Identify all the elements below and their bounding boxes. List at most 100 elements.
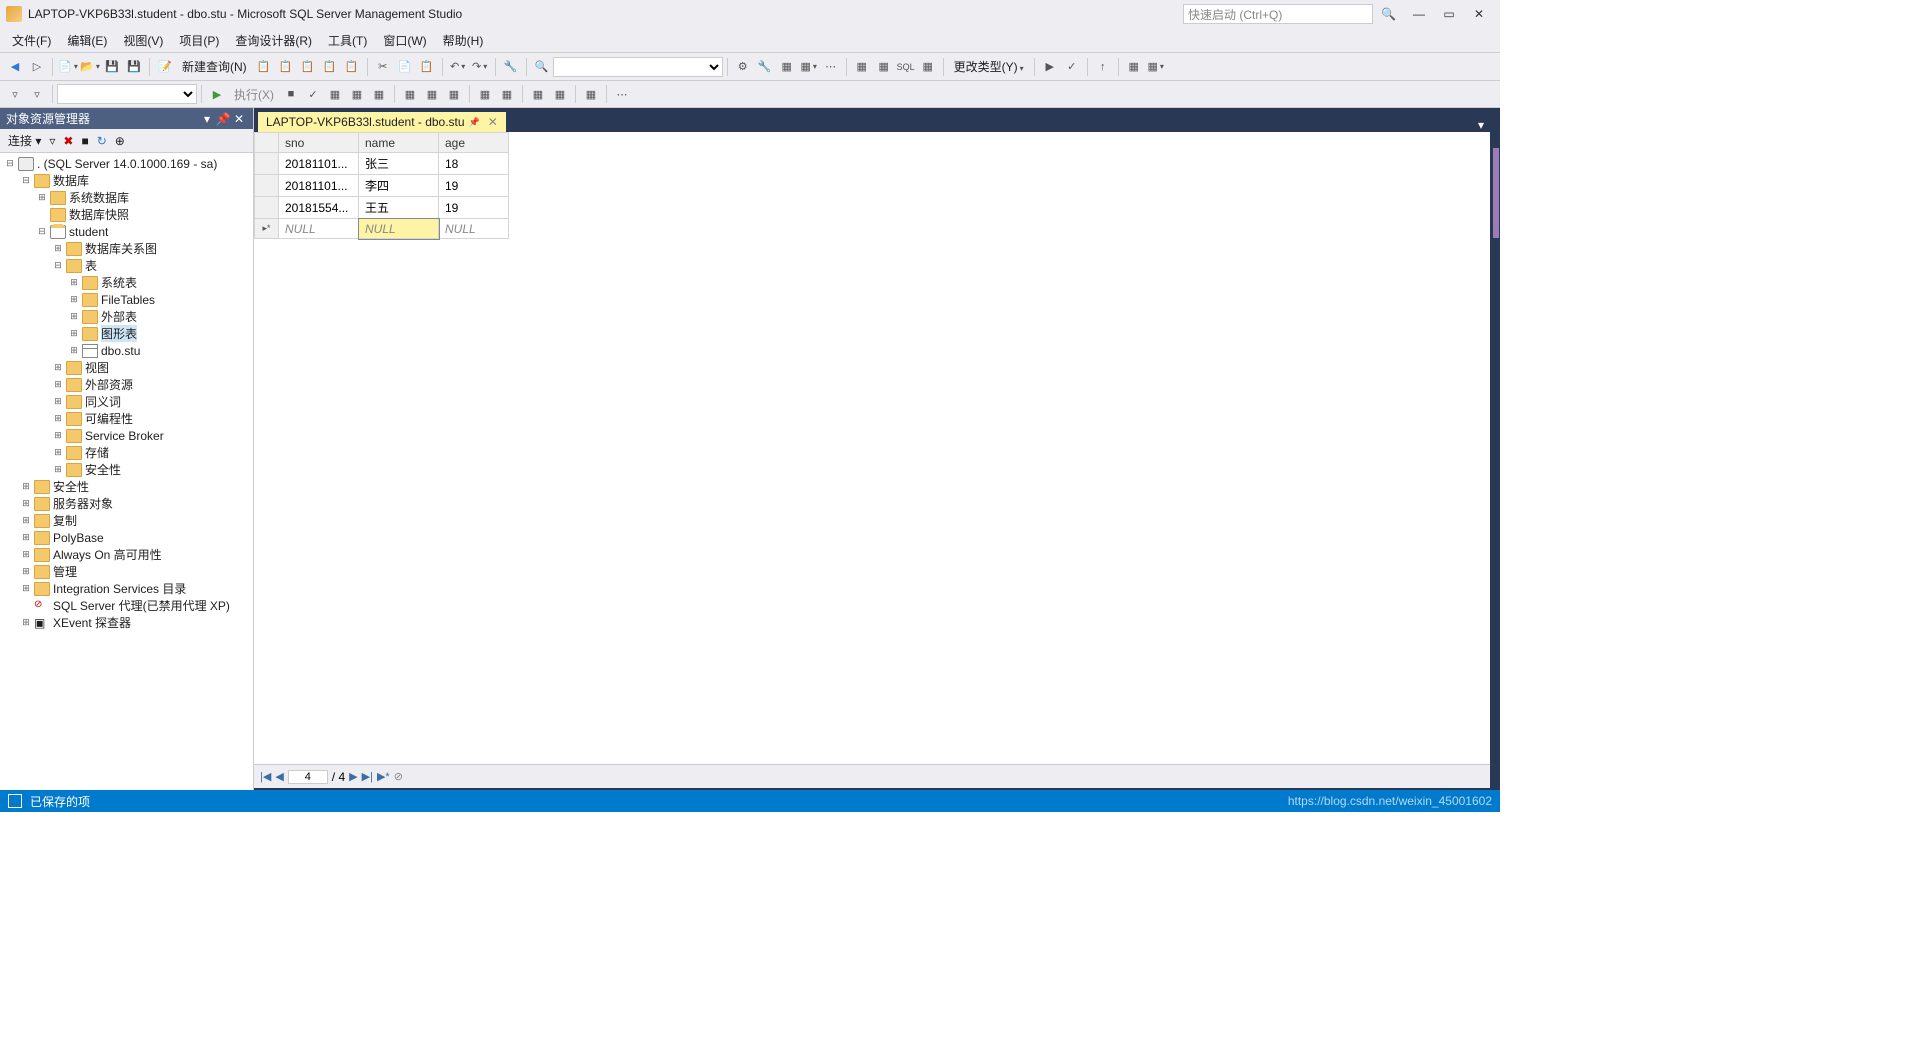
filter-icon[interactable]: ▿ (5, 84, 25, 104)
tree-system-dbs[interactable]: ⊞系统数据库 (0, 189, 253, 206)
add-table-icon[interactable]: ▦▾ (1146, 57, 1166, 77)
menu-project[interactable]: 项目(P) (171, 29, 227, 52)
plan-icon[interactable]: ▦ (325, 84, 345, 104)
copy-icon[interactable]: 📄 (395, 57, 415, 77)
find-icon[interactable]: 🔍 (532, 57, 552, 77)
paste-icon[interactable]: 📋 (417, 57, 437, 77)
more-icon[interactable]: ⋯ (612, 84, 632, 104)
tree-graph-tables[interactable]: ⊞图形表 (0, 325, 253, 342)
maximize-button[interactable]: ▭ (1434, 7, 1464, 21)
tree-service-broker[interactable]: ⊞Service Broker (0, 427, 253, 444)
new-query-button[interactable]: 新建查询(N) (176, 56, 253, 77)
nav-next-icon[interactable]: ▶ (349, 770, 357, 783)
tree-filetables[interactable]: ⊞FileTables (0, 291, 253, 308)
tree-always-on[interactable]: ⊞Always On 高可用性 (0, 546, 253, 563)
tree-xevent[interactable]: ⊞▣XEvent 探查器 (0, 614, 253, 631)
tree-synonyms[interactable]: ⊞同义词 (0, 393, 253, 410)
script-icon-2[interactable]: 📋 (276, 57, 296, 77)
opts-icon[interactable]: ⋯ (821, 57, 841, 77)
tree-server-objects[interactable]: ⊞服务器对象 (0, 495, 253, 512)
tree-polybase[interactable]: ⊞PolyBase (0, 529, 253, 546)
results-grid-icon[interactable]: ▦ (400, 84, 420, 104)
quick-launch-input[interactable]: 快速启动 (Ctrl+Q) (1183, 4, 1373, 24)
script-icon-3[interactable]: 📋 (298, 57, 318, 77)
change-type-button[interactable]: 更改类型(Y)▾ (948, 56, 1030, 77)
redo-icon[interactable]: ↷▾ (470, 57, 490, 77)
tree-db-diagrams[interactable]: ⊞数据库关系图 (0, 240, 253, 257)
tree-tables[interactable]: ⊟表 (0, 257, 253, 274)
undo-icon[interactable]: ↶▾ (448, 57, 468, 77)
nav-new-icon[interactable]: ▶* (377, 770, 390, 783)
column-name[interactable]: name (359, 133, 439, 153)
tree-views[interactable]: ⊞视图 (0, 359, 253, 376)
close-button[interactable]: ✕ (1464, 7, 1494, 21)
nav-current-input[interactable] (288, 770, 328, 784)
back-icon[interactable]: ◀ (5, 57, 25, 77)
tree-security[interactable]: ⊞安全性 (0, 478, 253, 495)
tree-integration[interactable]: ⊞Integration Services 目录 (0, 580, 253, 597)
tab-close-icon[interactable]: ✕ (488, 115, 498, 129)
menu-edit[interactable]: 编辑(E) (59, 29, 115, 52)
data-grid-area[interactable]: sno name age 20181101...张三18 20181101...… (254, 132, 1490, 764)
xquery-icon[interactable]: ⚙ (733, 57, 753, 77)
menu-view[interactable]: 视图(V) (115, 29, 171, 52)
menu-window[interactable]: 窗口(W) (375, 29, 434, 52)
disconnect-icon[interactable]: ✖ (59, 132, 77, 150)
results-file-icon[interactable]: ▦ (444, 84, 464, 104)
execute-sql-icon[interactable]: ▶ (1040, 57, 1060, 77)
minimize-button[interactable]: — (1404, 7, 1434, 21)
diagram-icon[interactable]: ▦ (852, 57, 872, 77)
tree-security-db[interactable]: ⊞安全性 (0, 461, 253, 478)
connect-button[interactable]: 连接 ▾ (4, 130, 45, 151)
table-row[interactable]: 20181101...李四19 (255, 175, 509, 197)
sort-asc-icon[interactable]: ↑ (1093, 57, 1113, 77)
forward-icon[interactable]: ▷ (27, 57, 47, 77)
panel-close-icon[interactable]: ✕ (231, 112, 247, 126)
plan3-icon[interactable]: ▦ (369, 84, 389, 104)
script-icon-5[interactable]: 📋 (342, 57, 362, 77)
results-text-icon[interactable]: ▦ (422, 84, 442, 104)
add-group-icon[interactable]: ▦ (1124, 57, 1144, 77)
menu-file[interactable]: 文件(F) (4, 29, 59, 52)
table-row[interactable]: 20181554...王五19 (255, 197, 509, 219)
properties-tab-icon[interactable] (1493, 148, 1499, 238)
table-new-row[interactable]: ▸* NULL NULL NULL (255, 219, 509, 239)
cut-icon[interactable]: ✂ (373, 57, 393, 77)
verify-sql-icon[interactable]: ✓ (1062, 57, 1082, 77)
tool-icon[interactable]: 🔧 (501, 57, 521, 77)
criteria-icon[interactable]: ▦ (874, 57, 894, 77)
tree-storage[interactable]: ⊞存储 (0, 444, 253, 461)
search-icon[interactable]: ⊕ (111, 132, 129, 150)
object-tree[interactable]: ⊟. (SQL Server 14.0.1000.169 - sa) ⊟数据库 … (0, 153, 253, 790)
nav-stop-icon[interactable]: ⊘ (394, 770, 403, 783)
nav-last-icon[interactable]: ▶| (362, 770, 373, 783)
row-selector-header[interactable] (255, 133, 279, 153)
menu-help[interactable]: 帮助(H) (435, 29, 492, 52)
new-query-icon[interactable]: 📝 (155, 57, 175, 77)
new-item-icon[interactable]: 📄▾ (58, 57, 78, 77)
execute-button[interactable]: 执行(X) (228, 84, 280, 105)
tree-student-db[interactable]: ⊟student (0, 223, 253, 240)
database-combo[interactable] (57, 84, 197, 104)
tool-icon-2[interactable]: 🔧 (755, 57, 775, 77)
tree-dbo-stu[interactable]: ⊞dbo.stu (0, 342, 253, 359)
tree-programmability[interactable]: ⊞可编程性 (0, 410, 253, 427)
save-icon[interactable]: 💾 (102, 57, 122, 77)
nav-first-icon[interactable]: |◀ (260, 770, 271, 783)
data-grid[interactable]: sno name age 20181101...张三18 20181101...… (254, 132, 509, 239)
open-icon[interactable]: 📂▾ (80, 57, 100, 77)
menu-query[interactable]: 查询设计器(R) (227, 29, 320, 52)
column-sno[interactable]: sno (279, 133, 359, 153)
execute-icon[interactable]: ▶ (207, 84, 227, 104)
tab-menu-icon[interactable]: ▾ (1472, 118, 1490, 132)
comment-icon[interactable]: ▦ (475, 84, 495, 104)
panel-pin-icon[interactable]: 📌 (215, 112, 231, 126)
document-tab[interactable]: LAPTOP-VKP6B33l.student - dbo.stu 📌 ✕ (258, 112, 506, 132)
tree-management[interactable]: ⊞管理 (0, 563, 253, 580)
doc-icon[interactable]: ▦ (777, 57, 797, 77)
tree-system-tables[interactable]: ⊞系统表 (0, 274, 253, 291)
tree-db-snapshots[interactable]: 数据库快照 (0, 206, 253, 223)
menu-tools[interactable]: 工具(T) (320, 29, 375, 52)
tree-databases[interactable]: ⊟数据库 (0, 172, 253, 189)
panel-dropdown-icon[interactable]: ▾ (199, 112, 215, 126)
